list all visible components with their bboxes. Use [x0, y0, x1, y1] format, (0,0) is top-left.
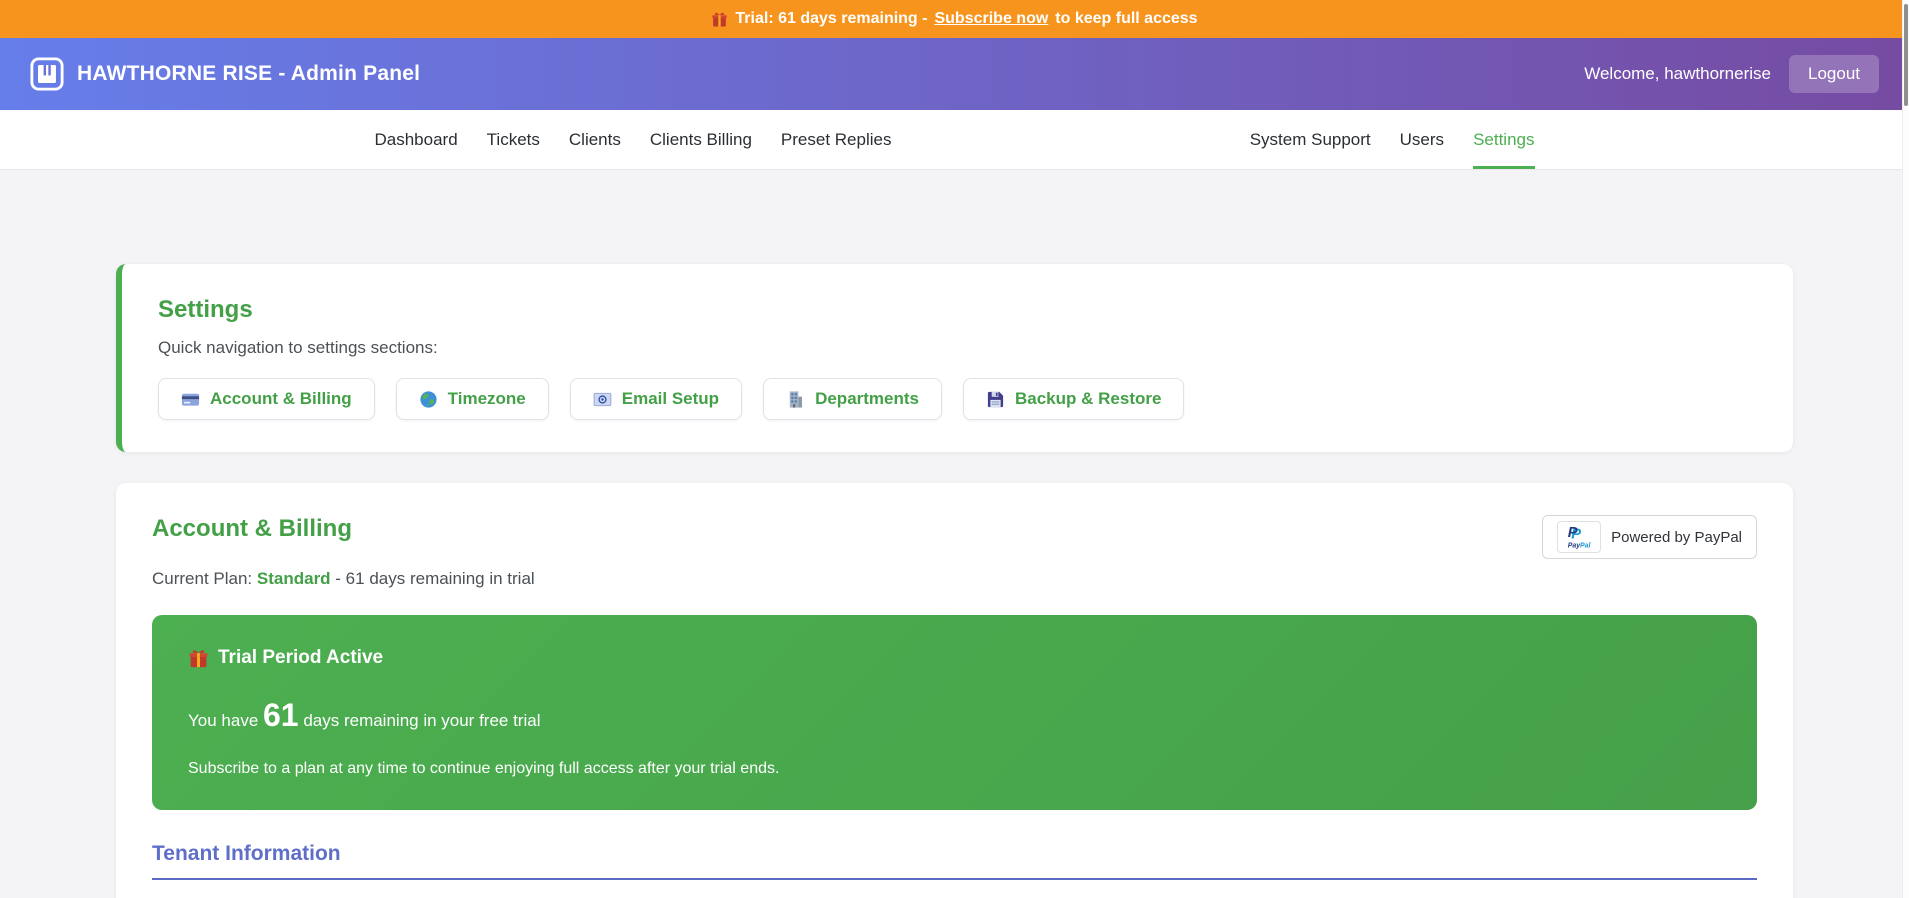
nav-item-clients[interactable]: Clients: [569, 110, 621, 169]
powered-by-paypal-button[interactable]: P P PayPal Powered by PayPal: [1542, 515, 1757, 559]
building-icon: [786, 390, 805, 409]
nav-item-users[interactable]: Users: [1400, 110, 1444, 169]
piano-keyboard-icon: [30, 57, 64, 91]
powered-by-paypal-label: Powered by PayPal: [1611, 528, 1742, 546]
gift-icon: [188, 648, 209, 669]
paypal-logo-icon: P P PayPal: [1557, 521, 1602, 553]
account-billing-label: Account & Billing: [210, 389, 352, 408]
nav-item-clients-billing[interactable]: Clients Billing: [650, 110, 752, 169]
settings-card-subtitle: Quick navigation to settings sections:: [158, 338, 438, 357]
departments-button[interactable]: Departments: [763, 378, 942, 420]
account-billing-button[interactable]: Account & Billing: [158, 378, 375, 420]
email-setup-button[interactable]: Email Setup: [569, 378, 743, 420]
main-nav: Dashboard Tickets Clients Clients Billin…: [0, 110, 1909, 170]
tenant-information-heading: Tenant Information: [152, 842, 1757, 880]
email-icon: [593, 390, 612, 409]
nav-group-right: System Support Users Settings: [1250, 110, 1535, 169]
settings-card-title: Settings: [158, 296, 253, 323]
nav-item-dashboard[interactable]: Dashboard: [375, 110, 458, 169]
logout-button[interactable]: Logout: [1789, 55, 1879, 93]
nav-item-system-support[interactable]: System Support: [1250, 110, 1371, 169]
trial-period-banner: Trial Period Active You have 61 days rem…: [152, 615, 1757, 810]
trial-period-title: Trial Period Active: [218, 647, 384, 668]
svg-text:PayPal: PayPal: [1568, 542, 1592, 549]
account-billing-title: Account & Billing: [152, 515, 352, 542]
credit-card-icon: [181, 390, 200, 409]
trial-banner-text: Trial: 61 days remaining -: [735, 10, 928, 27]
svg-text:P: P: [1568, 525, 1578, 541]
nav-item-tickets[interactable]: Tickets: [487, 110, 540, 169]
trial-banner-suffix: to keep full access: [1055, 10, 1198, 27]
app-header: HAWTHORNE RISE - Admin Panel Welcome, ha…: [0, 38, 1909, 110]
email-setup-label: Email Setup: [621, 389, 720, 408]
globe-icon: [419, 390, 438, 409]
trial-days-line: You have 61 days remaining in your free …: [188, 697, 541, 733]
nav-item-preset-replies[interactable]: Preset Replies: [781, 110, 892, 169]
backup-restore-label: Backup & Restore: [1015, 389, 1162, 408]
app-title: HAWTHORNE RISE - Admin Panel: [77, 62, 421, 85]
scrollbar-track[interactable]: [1902, 0, 1909, 898]
backup-restore-button[interactable]: Backup & Restore: [963, 378, 1185, 420]
nav-item-settings[interactable]: Settings: [1473, 110, 1535, 169]
current-plan-line: Current Plan: Standard - 61 days remaini…: [152, 569, 535, 588]
trial-subtext: Subscribe to a plan at any time to conti…: [188, 760, 780, 777]
trial-days-count: 61: [263, 697, 299, 733]
account-billing-card: Account & Billing P P PayPal Powered by …: [116, 483, 1793, 898]
gift-icon: [711, 11, 728, 28]
floppy-disk-icon: [986, 390, 1005, 409]
nav-group-left: Dashboard Tickets Clients Clients Billin…: [375, 110, 892, 169]
welcome-text: Welcome, hawthornerise: [1584, 64, 1771, 83]
scrollbar-thumb[interactable]: [1904, 4, 1908, 106]
subscribe-now-link[interactable]: Subscribe now: [934, 10, 1048, 28]
plan-name: Standard: [256, 569, 331, 588]
departments-label: Departments: [815, 389, 919, 408]
timezone-label: Timezone: [447, 389, 526, 408]
settings-card: Settings Quick navigation to settings se…: [116, 264, 1793, 452]
brand: HAWTHORNE RISE - Admin Panel: [30, 57, 420, 91]
timezone-button[interactable]: Timezone: [395, 378, 549, 420]
trial-banner: Trial: 61 days remaining - Subscribe now…: [0, 0, 1909, 38]
